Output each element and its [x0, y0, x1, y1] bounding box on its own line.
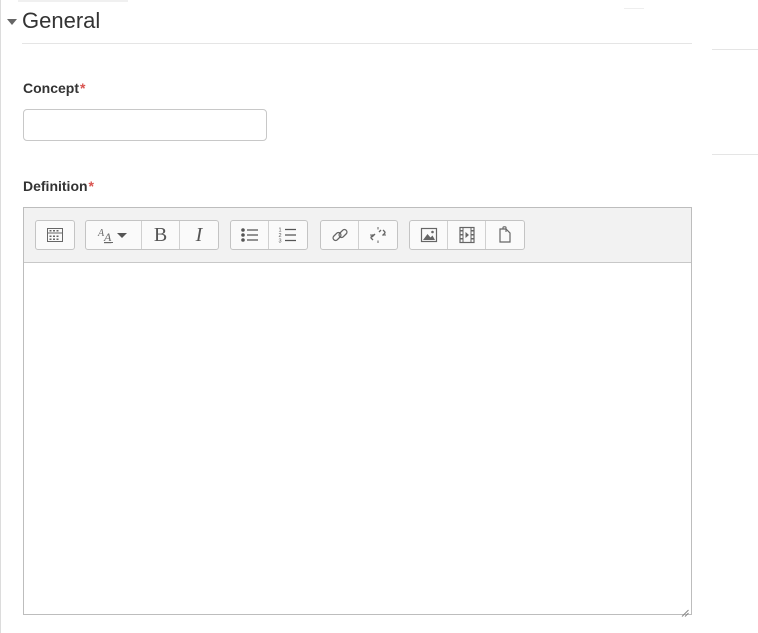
definition-label: Definition*: [23, 178, 94, 194]
ordered-list-button[interactable]: 1 2 3: [269, 221, 307, 249]
definition-editor: A A B I 1 2 3: [23, 207, 692, 617]
link-icon: [331, 226, 349, 244]
concept-label: Concept*: [23, 80, 85, 96]
section-legend[interactable]: General: [7, 6, 100, 36]
insert-image-icon: [420, 227, 438, 243]
concept-label-text: Concept: [23, 80, 79, 96]
toolbar-group-lists: 1 2 3: [230, 220, 308, 250]
resize-grip-icon[interactable]: [681, 604, 689, 617]
svg-text:3: 3: [279, 239, 282, 245]
manage-files-icon: [497, 226, 513, 244]
section-title[interactable]: General: [22, 8, 100, 34]
required-marker: *: [88, 178, 94, 194]
ordered-list-icon: 1 2 3: [278, 226, 298, 244]
italic-button[interactable]: I: [180, 221, 218, 249]
right-divider-top: [712, 49, 758, 50]
definition-label-text: Definition: [23, 178, 88, 194]
toolbar-group-style: A A B I: [85, 220, 219, 250]
concept-input[interactable]: [23, 109, 267, 141]
required-marker: *: [80, 80, 86, 96]
toolbar-group-media: [409, 220, 525, 250]
editor-toolbar: A A B I 1 2 3: [24, 208, 691, 263]
italic-icon: I: [195, 223, 203, 246]
link-button[interactable]: [321, 221, 359, 249]
unlink-icon: [369, 226, 387, 244]
unlink-button[interactable]: [359, 221, 397, 249]
paragraph-styles-button[interactable]: A A: [86, 221, 142, 249]
insert-media-button[interactable]: [448, 221, 486, 249]
toolbar-toggle-button[interactable]: [36, 221, 74, 249]
definition-content-area[interactable]: [24, 263, 691, 614]
unordered-list-button[interactable]: [231, 221, 269, 249]
toolbar-group-toggle: [35, 220, 75, 250]
bold-button[interactable]: B: [142, 221, 180, 249]
insert-media-icon: [458, 226, 476, 244]
top-divider: [18, 0, 128, 2]
toolbar-group-links: [320, 220, 398, 250]
bold-icon: B: [153, 223, 168, 246]
collapse-caret-icon[interactable]: [7, 19, 17, 25]
svg-text:A: A: [103, 230, 112, 244]
insert-image-button[interactable]: [410, 221, 448, 249]
paragraph-styles-icon: A A: [96, 226, 132, 244]
section-divider: [22, 43, 692, 44]
page-left-border: [0, 0, 1, 633]
top-divider-right: [624, 8, 644, 9]
right-divider-bottom: [712, 154, 758, 155]
manage-files-button[interactable]: [486, 221, 524, 249]
unordered-list-icon: [240, 227, 260, 243]
toolbar-toggle-icon: [46, 227, 64, 243]
